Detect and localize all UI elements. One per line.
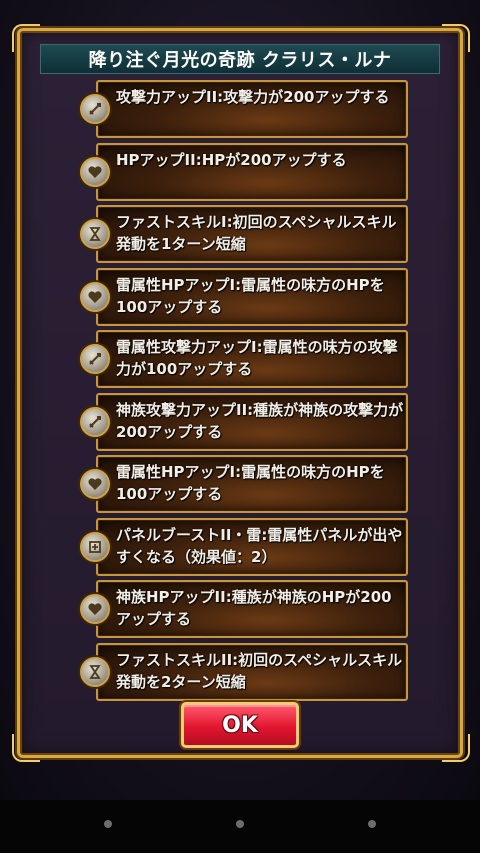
nav-recent-dot[interactable] [368, 820, 376, 828]
heart-up-icon [80, 594, 110, 624]
skill-item: ファストスキルI:初回のスペシャルスキル発動を1ターン短縮 [80, 205, 410, 263]
heart-up-icon [80, 156, 110, 187]
skill-item: パネルブーストII・雷:雷属性パネルが出やすくなる（効果値：2） [80, 517, 410, 576]
skill-item: HPアップII:HPが200アップする [80, 142, 410, 201]
sword-up-icon [80, 406, 110, 437]
skill-panel: 神族攻撃力アップII:種族が神族の攻撃力が200アップする [96, 392, 408, 451]
skill-description: ファストスキルI:初回のスペシャルスキル発動を1ターン短縮 [116, 213, 397, 253]
ok-button[interactable]: OK [181, 702, 299, 748]
skill-description: 雷属性HPアップI:雷属性の味方のHPを100アップする [116, 275, 385, 316]
frame-corner-ornament [12, 24, 40, 52]
panel-boost-icon [80, 531, 110, 562]
skill-item: 雷属性攻撃力アップI:雷属性の味方の攻撃力が100アップする [80, 330, 410, 388]
ok-button-label: OK [222, 712, 258, 738]
skill-item: 雷属性HPアップI:雷属性の味方のHPを100アップする [80, 267, 410, 326]
heart-up-icon [80, 469, 110, 499]
skill-description: 雷属性HPアップI:雷属性の味方のHPを100アップする [116, 463, 385, 503]
skill-panel: HPアップII:HPが200アップする [96, 142, 408, 201]
sword-up-icon [80, 344, 110, 374]
skill-description: ファストスキルII:初回のスペシャルスキル発動を2ターン短縮 [116, 650, 403, 691]
skill-description: 神族攻撃力アップII:種族が神族の攻撃力が200アップする [116, 400, 404, 441]
skill-panel: 神族HPアップII:種族が神族のHPが200アップする [96, 580, 408, 638]
skill-panel: パネルブーストII・雷:雷属性パネルが出やすくなる（効果値：2） [96, 517, 408, 576]
sword-up-icon [80, 94, 110, 124]
nav-back-dot[interactable] [104, 820, 112, 828]
skill-panel: 攻撃力アップII:攻撃力が200アップする [96, 80, 408, 138]
frame-corner-ornament [442, 734, 470, 762]
frame-corner-ornament [12, 734, 40, 762]
skill-description: 攻撃力アップII:攻撃力が200アップする [116, 88, 390, 106]
skill-description: 神族HPアップII:種族が神族のHPが200アップする [116, 588, 392, 628]
skill-description: 雷属性攻撃力アップI:雷属性の味方の攻撃力が100アップする [116, 338, 398, 378]
skill-item: 神族攻撃力アップII:種族が神族の攻撃力が200アップする [80, 392, 410, 451]
frame-corner-ornament [442, 24, 470, 52]
heart-up-icon [80, 281, 110, 312]
skill-item: ファストスキルII:初回のスペシャルスキル発動を2ターン短縮 [80, 642, 410, 701]
hourglass-icon [80, 219, 110, 249]
nav-home-dot[interactable] [236, 820, 244, 828]
skill-description: HPアップII:HPが200アップする [116, 150, 347, 169]
skill-panel: ファストスキルII:初回のスペシャルスキル発動を2ターン短縮 [96, 642, 408, 701]
skill-item: 攻撃力アップII:攻撃力が200アップする [80, 80, 410, 138]
skill-panel: 雷属性攻撃力アップI:雷属性の味方の攻撃力が100アップする [96, 330, 408, 388]
skill-item: 雷属性HPアップI:雷属性の味方のHPを100アップする [80, 455, 410, 513]
skill-panel: ファストスキルI:初回のスペシャルスキル発動を1ターン短縮 [96, 205, 408, 263]
skill-description: パネルブーストII・雷:雷属性パネルが出やすくなる（効果値：2） [116, 525, 403, 566]
hourglass-icon [80, 656, 110, 687]
skill-panel: 雷属性HPアップI:雷属性の味方のHPを100アップする [96, 267, 408, 326]
skill-item: 神族HPアップII:種族が神族のHPが200アップする [80, 580, 410, 638]
skill-panel: 雷属性HPアップI:雷属性の味方のHPを100アップする [96, 455, 408, 513]
dialog-title-bar: 降り注ぐ月光の奇跡 クラリス・ルナ [40, 44, 440, 74]
dialog-title: 降り注ぐ月光の奇跡 クラリス・ルナ [88, 50, 392, 71]
